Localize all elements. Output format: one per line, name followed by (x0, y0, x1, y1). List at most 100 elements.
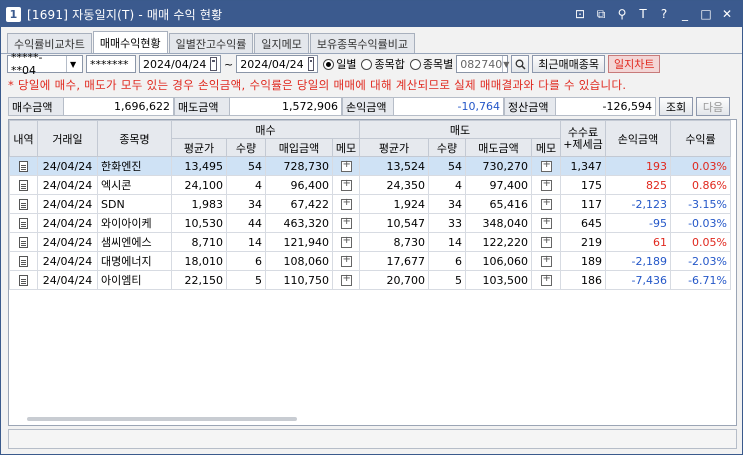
table-row[interactable]: 24/04/24아이엠티22,1505110,75020,7005103,500… (9, 270, 731, 290)
sell-memo-cell[interactable] (531, 156, 561, 176)
buy-avg-cell: 18,010 (171, 251, 227, 271)
link-window-icon[interactable]: ⊡ (573, 7, 587, 22)
pnl-cell: 193 (605, 156, 671, 176)
horizontal-scrollbar[interactable] (27, 417, 297, 421)
memo-add-icon[interactable] (540, 254, 552, 267)
recent-trades-button[interactable]: 최근매매종목 (532, 55, 605, 73)
buy-qty-cell: 34 (226, 194, 266, 214)
table-row[interactable]: 24/04/24샘씨엔에스8,71014121,9408,73014122,22… (9, 232, 731, 252)
memo-add-icon[interactable] (540, 178, 552, 191)
date-from-field[interactable]: 2024/04/24 (139, 55, 221, 73)
col-buy-qty: 수량 (226, 138, 266, 157)
memo-add-icon[interactable] (340, 254, 352, 267)
title-bar[interactable]: 1 [1691] 자동일지(T) - 매매 수익 현황 ⊡ ⧉ ⚲ T ? _ … (1, 1, 742, 27)
document-icon[interactable] (19, 256, 28, 267)
sell-memo-cell[interactable] (531, 175, 561, 195)
detail-cell[interactable] (9, 251, 38, 271)
detail-cell[interactable] (9, 213, 38, 233)
pin-icon[interactable]: ⚲ (615, 7, 629, 22)
sell-avg-cell: 17,677 (359, 251, 429, 271)
calendar-icon[interactable] (307, 57, 315, 71)
memo-add-icon[interactable] (540, 197, 552, 210)
radio-stock-sum[interactable]: 종목합 (361, 56, 405, 72)
date-to-field[interactable]: 2024/04/24 (236, 55, 319, 73)
buy-amount-cell: 110,750 (265, 270, 333, 290)
sell-memo-cell[interactable] (531, 194, 561, 214)
chevron-down-icon[interactable]: ▼ (66, 56, 79, 72)
col-buy-avg: 평균가 (171, 138, 227, 157)
rate-cell: -0.03% (670, 213, 731, 233)
memo-add-icon[interactable] (340, 159, 352, 172)
document-icon[interactable] (19, 237, 28, 248)
stock-code-input[interactable]: 082740 ▼ (456, 55, 509, 73)
memo-add-icon[interactable] (340, 273, 352, 286)
maximize-button[interactable]: □ (699, 7, 713, 22)
detail-cell[interactable] (9, 175, 38, 195)
tab-trade-profit-status[interactable]: 매매수익현황 (92, 31, 168, 53)
buy-memo-cell[interactable] (332, 175, 360, 195)
document-icon[interactable] (19, 199, 28, 210)
account-select[interactable]: *****-**04 ▼ (7, 51, 83, 77)
sell-memo-cell[interactable] (531, 251, 561, 271)
sell-memo-cell[interactable] (531, 232, 561, 252)
sell-memo-cell[interactable] (531, 213, 561, 233)
copy-window-icon[interactable]: ⧉ (594, 7, 608, 22)
table-row[interactable]: 24/04/24와이아이케10,53044463,320 10,54733348,… (9, 213, 731, 233)
radio-stock-sum-label: 종목합 (374, 58, 405, 71)
rate-cell: -3.15% (670, 194, 731, 214)
stock-name-cell: SDN (97, 194, 172, 214)
memo-add-icon[interactable] (540, 216, 552, 229)
window-title: [1691] 자동일지(T) - 매매 수익 현황 (27, 7, 223, 22)
search-icon (515, 59, 526, 70)
pnl-cell: -7,436 (605, 270, 671, 290)
help-icon[interactable]: ? (657, 7, 671, 22)
table-row[interactable]: 24/04/24대명에너지18,0106108,06017,6776106,06… (9, 251, 731, 271)
buy-memo-cell[interactable] (332, 270, 360, 290)
detail-cell[interactable] (9, 232, 38, 252)
tab-holding-return-compare[interactable]: 보유종목수익률비교 (309, 33, 415, 53)
notice-text: * 당일에 매수, 매도가 모두 있는 경우 손익금액, 수익률은 당일의 매매… (8, 78, 627, 92)
memo-add-icon[interactable] (340, 216, 352, 229)
date-cell: 24/04/24 (37, 213, 98, 233)
document-icon[interactable] (19, 180, 28, 191)
pnl-cell: 825 (605, 175, 671, 195)
app-icon: 1 (6, 6, 21, 22)
close-button[interactable]: ✕ (720, 7, 734, 22)
memo-add-icon[interactable] (340, 178, 352, 191)
font-size-icon[interactable]: T (636, 7, 650, 22)
document-icon[interactable] (19, 161, 28, 172)
table-row[interactable]: 24/04/24엑시콘24,100496,40024,350497,400175… (9, 175, 731, 195)
document-icon[interactable] (19, 218, 28, 229)
password-field[interactable]: ******* (86, 55, 136, 73)
buy-memo-cell[interactable] (332, 251, 360, 271)
buy-memo-cell[interactable] (332, 156, 360, 176)
radio-by-stock[interactable]: 종목별 (409, 56, 453, 72)
tab-daily-balance-return[interactable]: 일별잔고수익률 (168, 33, 254, 53)
next-button[interactable]: 다음 (696, 97, 730, 116)
tab-return-compare-chart[interactable]: 수익률비교차트 (7, 33, 92, 53)
buy-memo-cell[interactable] (332, 232, 360, 252)
calendar-icon[interactable] (210, 57, 217, 71)
table-row[interactable]: 24/04/24한화엔진13,49554728,73013,52454730,2… (9, 156, 731, 176)
buy-memo-cell[interactable] (332, 213, 360, 233)
memo-add-icon[interactable] (540, 235, 552, 248)
detail-cell[interactable] (9, 156, 38, 176)
chevron-down-icon[interactable]: ▼ (502, 56, 509, 72)
minimize-button[interactable]: _ (678, 7, 692, 22)
memo-add-icon[interactable] (340, 197, 352, 210)
sell-memo-cell[interactable] (531, 270, 561, 290)
buy-memo-cell[interactable] (332, 194, 360, 214)
detail-cell[interactable] (9, 270, 38, 290)
document-icon[interactable] (19, 275, 28, 286)
radio-daily[interactable]: 일별 (323, 56, 356, 72)
tab-journal-memo[interactable]: 일지메모 (254, 33, 309, 53)
memo-add-icon[interactable] (340, 235, 352, 248)
query-button[interactable]: 조회 (659, 97, 693, 116)
detail-cell[interactable] (9, 194, 38, 214)
fee-cell: 186 (560, 270, 606, 290)
table-row[interactable]: 24/04/24SDN1,9833467,4221,9243465,416117… (9, 194, 731, 214)
memo-add-icon[interactable] (540, 159, 552, 172)
journal-chart-button[interactable]: 일지차트 (607, 55, 661, 73)
memo-add-icon[interactable] (540, 273, 552, 286)
search-button[interactable] (511, 55, 530, 73)
